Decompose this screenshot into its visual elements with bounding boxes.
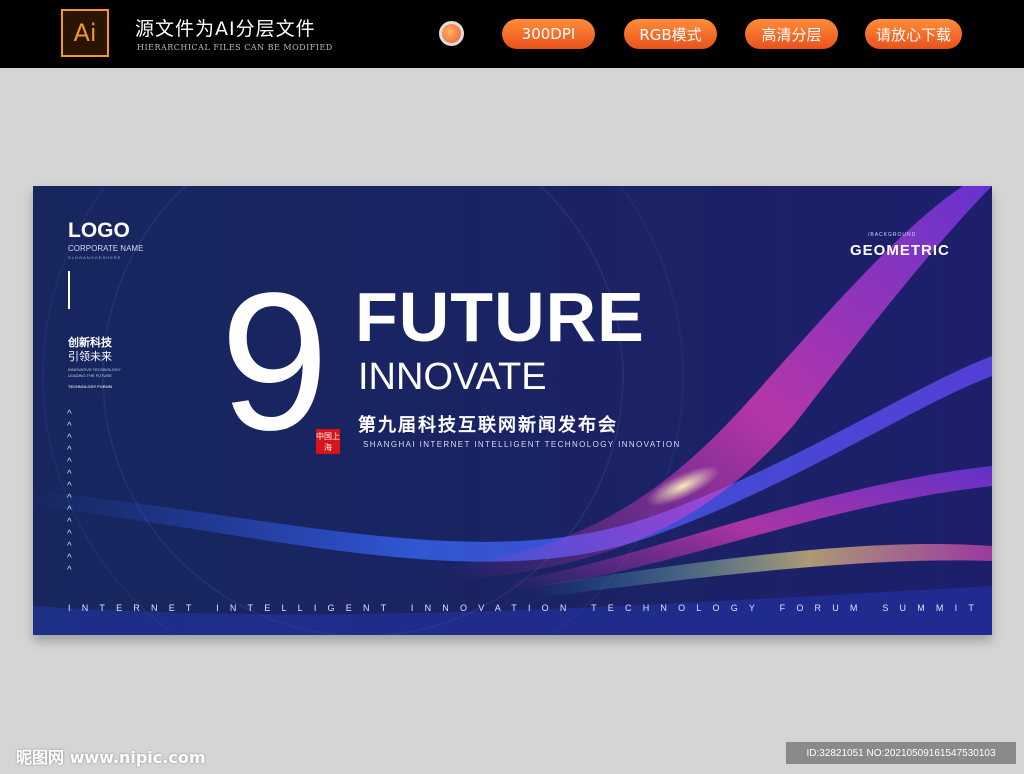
top-subtitle: HIERARCHICAL FILES CAN BE MODIFIED bbox=[137, 43, 333, 52]
small-text-2: LEADING THE FUTURE bbox=[68, 373, 112, 378]
top-bar: Ai 源文件为AI分层文件 HIERARCHICAL FILES CAN BE … bbox=[0, 0, 1024, 68]
top-title: 源文件为AI分层文件 bbox=[135, 18, 316, 40]
headline: FUTURE bbox=[355, 278, 645, 356]
chevron-up-icon: ^ bbox=[67, 565, 72, 576]
geometric-label: GEOMETRIC bbox=[850, 242, 950, 259]
chevron-up-icon: ^ bbox=[67, 409, 72, 420]
image-id-label: ID:32821051 NO:20210509161547530103 bbox=[786, 742, 1016, 764]
badge-rgb-mode: RGB模式 bbox=[624, 19, 717, 49]
badge-hd-layers: 高清分层 bbox=[745, 19, 838, 49]
ai-file-icon: Ai bbox=[61, 9, 109, 57]
badge-300dpi: 300DPI bbox=[502, 19, 595, 49]
chevron-up-icon: ^ bbox=[67, 529, 72, 540]
chevron-up-icon: ^ bbox=[67, 433, 72, 444]
chevron-up-icon: ^ bbox=[67, 445, 72, 456]
small-text-3: TECHNOLOGY FORUM bbox=[68, 384, 112, 389]
chevron-up-icon: ^ bbox=[67, 517, 72, 528]
chevron-up-icon: ^ bbox=[67, 481, 72, 492]
banner: LOGO CORPORATE NAME SLOGANGOESHERE 创新科技 … bbox=[33, 186, 992, 635]
chevron-up-icon: ^ bbox=[67, 553, 72, 564]
logo-text: LOGO bbox=[68, 219, 130, 242]
en-event-subtitle: SHANGHAI INTERNET INTELLIGENT TECHNOLOGY… bbox=[363, 440, 681, 449]
subheadline: INNOVATE bbox=[358, 356, 547, 398]
slogan: SLOGANGOESHERE bbox=[68, 255, 122, 260]
badge-download: 请放心下载 bbox=[865, 19, 962, 49]
bottom-tagline: INTERNET INTELLIGENT INNOVATION TECHNOLO… bbox=[68, 603, 986, 613]
chevron-up-icon: ^ bbox=[67, 493, 72, 504]
cn-event-title: 第九届科技互联网新闻发布会 bbox=[358, 415, 618, 436]
orange-dot-icon bbox=[439, 21, 464, 46]
divider-line bbox=[68, 271, 70, 309]
watermark: 昵图网 www.nipic.com bbox=[16, 748, 206, 767]
chevron-up-icon: ^ bbox=[67, 541, 72, 552]
red-seal-stamp: 中国上海 bbox=[316, 429, 340, 454]
big-number: 9 bbox=[220, 252, 330, 471]
corporate-name: CORPORATE NAME bbox=[68, 244, 144, 253]
chevron-up-icon: ^ bbox=[67, 469, 72, 480]
chevron-up-icon: ^ bbox=[67, 421, 72, 432]
cn-tagline-2: 引领未来 bbox=[68, 350, 112, 363]
chevron-up-icon: ^ bbox=[67, 505, 72, 516]
chevron-up-icon: ^ bbox=[67, 457, 72, 468]
small-text-1: INNOVATIVE TECHNOLOGY bbox=[68, 367, 121, 372]
background-label: /BACKGROUND bbox=[868, 232, 917, 238]
